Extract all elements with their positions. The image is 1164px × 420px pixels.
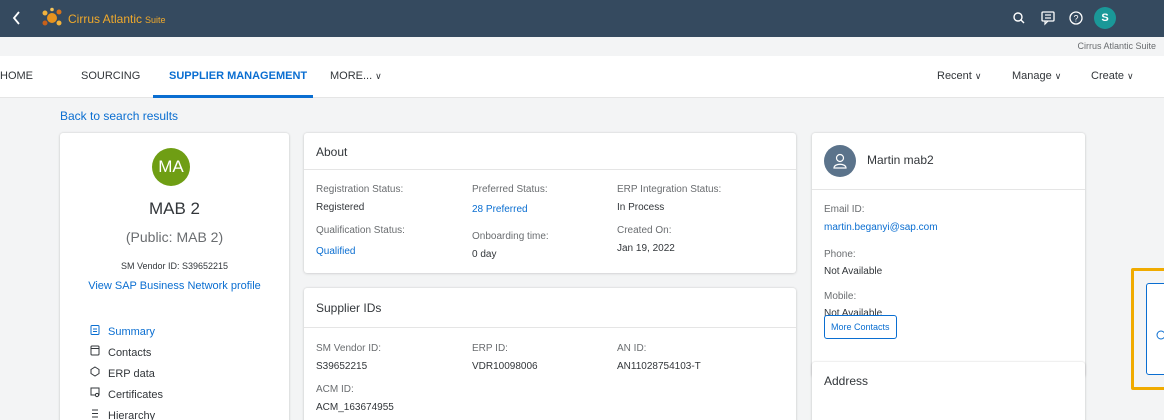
sidebar-item-label: Hierarchy bbox=[108, 410, 156, 420]
email-link[interactable]: martin.beganyi@sap.com bbox=[824, 222, 938, 233]
address-card: Address bbox=[812, 362, 1085, 420]
create-menu[interactable]: Create ∨ bbox=[1091, 70, 1134, 82]
erp-icon bbox=[90, 366, 102, 380]
sidebar-item-summary[interactable]: Summary bbox=[90, 324, 155, 338]
erp-status-label: ERP Integration Status: bbox=[617, 184, 722, 195]
sidebar-item-label: Contacts bbox=[108, 347, 152, 359]
supplier-ids-card: Supplier IDs SM Vendor ID: S39652215 ERP… bbox=[304, 288, 796, 420]
preferred-status-label: Preferred Status: bbox=[472, 184, 548, 195]
sm-vendor-id-label: SM Vendor ID: bbox=[316, 343, 382, 354]
chevron-down-icon: ∨ bbox=[1054, 71, 1062, 81]
acm-id-label: ACM ID: bbox=[316, 384, 354, 395]
side-panel-toggle[interactable] bbox=[1146, 283, 1164, 375]
nav-home[interactable]: HOME bbox=[0, 70, 33, 82]
mobile-label: Mobile: bbox=[824, 291, 857, 302]
chevron-down-icon: ∨ bbox=[974, 71, 982, 81]
nav-more[interactable]: MORE... ∨ bbox=[330, 70, 382, 82]
erp-id-value: VDR10098006 bbox=[472, 361, 538, 372]
nav-supplier-management[interactable]: SUPPLIER MANAGEMENT bbox=[169, 70, 307, 82]
contact-name: Martin mab2 bbox=[867, 153, 934, 167]
top-navigation: HOME SOURCING SUPPLIER MANAGEMENT MORE..… bbox=[0, 56, 1164, 98]
supplier-name: MAB 2 bbox=[148, 199, 201, 218]
summary-icon bbox=[90, 324, 102, 338]
sidebar-item-hierarchy[interactable]: Hierarchy bbox=[90, 408, 155, 420]
more-contacts-button[interactable]: More Contacts bbox=[824, 315, 897, 339]
recent-menu[interactable]: Recent ∨ bbox=[937, 70, 981, 82]
create-label: Create bbox=[1091, 70, 1125, 82]
supplier-avatar: MA bbox=[152, 148, 190, 186]
created-on-label: Created On: bbox=[617, 225, 672, 236]
sidebar-item-certificates[interactable]: Certificates bbox=[90, 387, 163, 401]
erp-status-value: In Process bbox=[617, 202, 665, 213]
nav-sourcing[interactable]: SOURCING bbox=[81, 70, 140, 82]
divider bbox=[812, 189, 1085, 190]
an-id-value: AN11028754103-T bbox=[617, 361, 701, 372]
manage-label: Manage bbox=[1012, 70, 1052, 82]
view-network-profile-link[interactable]: View SAP Business Network profile bbox=[60, 280, 289, 292]
an-id-label: AN ID: bbox=[617, 343, 647, 354]
divider bbox=[304, 327, 796, 328]
recent-label: Recent bbox=[937, 70, 972, 82]
feedback-icon[interactable] bbox=[1039, 9, 1057, 27]
supplier-ids-title: Supplier IDs bbox=[316, 301, 382, 315]
search-icon[interactable] bbox=[1010, 9, 1028, 27]
erp-id-label: ERP ID: bbox=[472, 343, 508, 354]
registration-status-value: Registered bbox=[316, 202, 365, 213]
supplier-vendor-id: SM Vendor ID: S39652215 bbox=[120, 261, 229, 271]
sm-vendor-id-value: S39652215 bbox=[316, 361, 368, 372]
acm-id-value: ACM_163674955 bbox=[316, 402, 394, 413]
hierarchy-icon bbox=[90, 408, 102, 420]
about-title: About bbox=[316, 145, 348, 159]
contacts-icon bbox=[90, 345, 102, 359]
certificate-icon bbox=[90, 387, 102, 401]
manage-menu[interactable]: Manage ∨ bbox=[1012, 70, 1061, 82]
chevron-down-icon: ∨ bbox=[1127, 71, 1134, 81]
suite-label: Cirrus Atlantic Suite bbox=[1077, 41, 1156, 51]
shell-bar: Cirrus Atlantic Suite ? S bbox=[0, 0, 1164, 37]
qualification-status-label: Qualification Status: bbox=[316, 225, 405, 236]
created-on-value: Jan 19, 2022 bbox=[617, 243, 675, 254]
back-icon[interactable] bbox=[11, 10, 23, 26]
onboarding-time-value: 0 day bbox=[472, 249, 497, 260]
brand-logo-icon[interactable] bbox=[40, 7, 64, 29]
help-icon[interactable] bbox=[1156, 330, 1164, 343]
brand-name[interactable]: Cirrus Atlantic Suite bbox=[68, 12, 166, 26]
phone-label: Phone: bbox=[824, 249, 856, 260]
back-to-search-link[interactable]: Back to search results bbox=[60, 109, 178, 123]
about-card: About Registration Status: Registered Pr… bbox=[304, 133, 796, 273]
nav-more-label: MORE... bbox=[330, 70, 373, 82]
brand-suffix: Suite bbox=[145, 15, 166, 25]
address-title: Address bbox=[824, 374, 869, 388]
preferred-status-link[interactable]: 28 Preferred bbox=[472, 204, 528, 215]
phone-value: Not Available bbox=[824, 266, 883, 277]
supplier-public-name: (Public: MAB 2) bbox=[125, 229, 224, 245]
user-avatar[interactable]: S bbox=[1094, 7, 1116, 29]
primary-contact-card: Martin mab2 Email ID: martin.beganyi@sap… bbox=[812, 133, 1085, 377]
sidebar-item-label: Summary bbox=[108, 326, 156, 338]
help-icon[interactable]: ? bbox=[1067, 9, 1085, 27]
sidebar-item-label: ERP data bbox=[108, 368, 155, 380]
divider bbox=[304, 169, 796, 170]
person-icon bbox=[824, 145, 856, 177]
chevron-down-icon: ∨ bbox=[375, 71, 382, 81]
sidebar-item-label: Certificates bbox=[108, 389, 164, 401]
sidebar-item-erp-data[interactable]: ERP data bbox=[90, 366, 155, 380]
sidebar-item-contacts[interactable]: Contacts bbox=[90, 345, 151, 359]
qualification-status-link[interactable]: Qualified bbox=[316, 246, 355, 257]
svg-text:?: ? bbox=[1073, 14, 1078, 24]
email-label: Email ID: bbox=[824, 204, 865, 215]
supplier-profile-card: MA MAB 2 (Public: MAB 2) SM Vendor ID: S… bbox=[60, 133, 289, 420]
registration-status-label: Registration Status: bbox=[316, 184, 404, 195]
onboarding-time-label: Onboarding time: bbox=[472, 231, 549, 242]
